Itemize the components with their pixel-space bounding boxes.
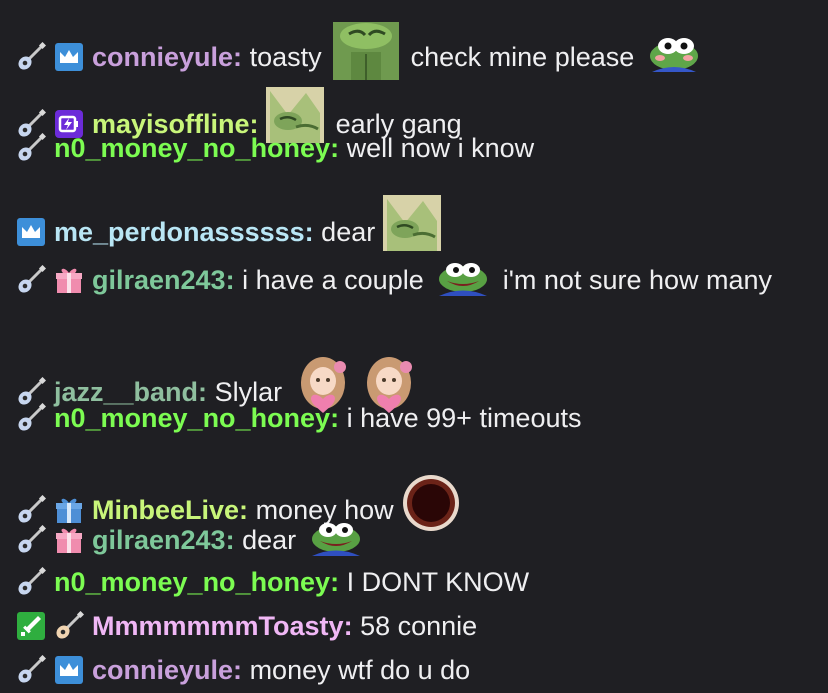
guitar-badge-icon[interactable] (16, 567, 46, 597)
guitar-badge-icon[interactable] (16, 265, 46, 295)
chat-colon: : (330, 403, 340, 433)
pepe-sip-emote-icon (333, 22, 400, 80)
chat-message: connieyule: money wtf do u do (16, 653, 818, 687)
chat-text: toasty (249, 42, 322, 72)
pepe-blush-emote-icon (646, 34, 702, 74)
chat-colon: : (343, 611, 353, 641)
chat-message: n0_money_no_honey: I DONT KNOW (16, 565, 818, 599)
chat-username[interactable]: n0_money_no_honey (54, 133, 330, 163)
chat-message: gilraen243: dear (16, 519, 818, 557)
chat-colon: : (225, 265, 235, 295)
guitar-badge-icon[interactable] (16, 133, 46, 163)
pepe-happy-emote-icon (435, 259, 491, 297)
chat-colon: : (330, 567, 340, 597)
sword-badge-icon[interactable] (16, 611, 46, 641)
pepe-hug-emote-icon (382, 195, 441, 251)
crown-badge-icon[interactable] (54, 42, 84, 72)
gift-badge-icon[interactable] (54, 265, 84, 295)
chat-message: me_perdonassssss: dear (16, 195, 818, 251)
chat-text: i have a couple (242, 265, 424, 295)
chat-colon: : (304, 217, 314, 247)
chat-colon: : (225, 525, 235, 555)
crown-badge-icon[interactable] (16, 217, 46, 247)
chat-text: well now i know (346, 133, 535, 163)
chat-message: n0_money_no_honey: well now i know (16, 131, 818, 165)
chat-colon: : (233, 655, 243, 685)
chat-text: I DONT KNOW (346, 567, 530, 597)
chat-text: 58 connie (360, 611, 478, 641)
guitar-badge-icon[interactable] (16, 655, 46, 685)
chat-text: dear (321, 217, 376, 247)
guitar-tan-badge-icon[interactable] (54, 611, 84, 641)
chat-text: check mine please (410, 42, 635, 72)
chat-message: n0_money_no_honey: i have 99+ timeouts (16, 401, 818, 435)
chat-text: dear (242, 525, 297, 555)
chat-text: i'm not sure how many (502, 265, 773, 295)
guitar-badge-icon[interactable] (16, 42, 46, 72)
chat-message: MmmmmmmToasty: 58 connie (16, 609, 818, 643)
chat-username[interactable]: n0_money_no_honey (54, 567, 330, 597)
chat-message: gilraen243: i have a couple i'm not sure… (16, 259, 818, 297)
chat-username[interactable]: me_perdonassssss (54, 217, 305, 247)
chat-username[interactable]: n0_money_no_honey (54, 403, 330, 433)
guitar-badge-icon[interactable] (16, 403, 46, 433)
chat-colon: : (233, 42, 243, 72)
chat-username[interactable]: MmmmmmmToasty (92, 611, 344, 641)
crown-badge-icon[interactable] (54, 655, 84, 685)
chat-text: money wtf do u do (249, 655, 471, 685)
chat-username[interactable]: connieyule (92, 655, 233, 685)
chat-username[interactable]: gilraen243 (92, 525, 226, 555)
gift-badge-icon[interactable] (54, 525, 84, 555)
guitar-badge-icon[interactable] (16, 525, 46, 555)
pepe-happy-emote-icon (308, 519, 364, 557)
chat-username[interactable]: gilraen243 (92, 265, 226, 295)
chat-message: connieyule: toasty check mine please (16, 22, 818, 80)
chat-text: i have 99+ timeouts (346, 403, 582, 433)
chat-colon: : (330, 133, 340, 163)
chat-username[interactable]: connieyule (92, 42, 233, 72)
